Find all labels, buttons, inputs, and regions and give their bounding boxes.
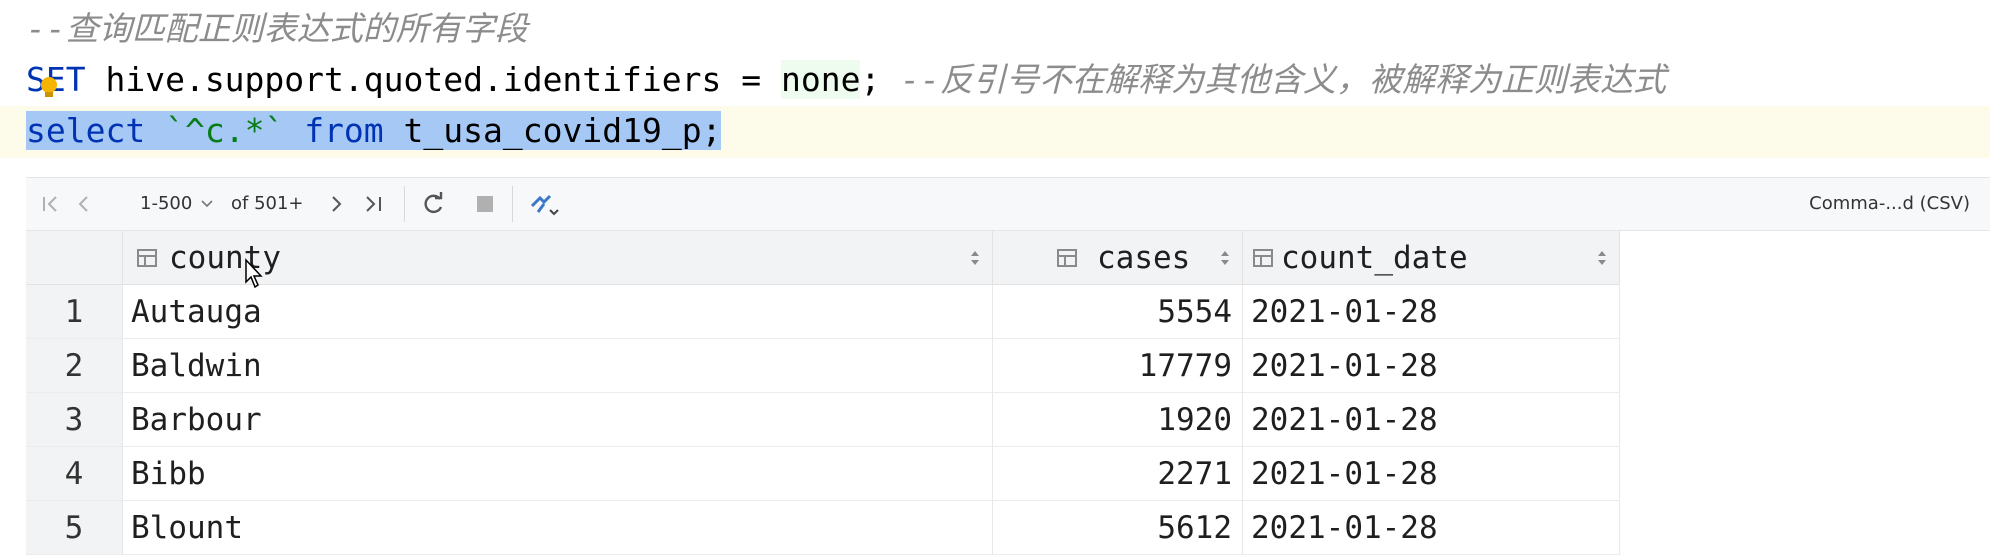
column-title: count_date	[1281, 240, 1468, 276]
table-row[interactable]: 5 Blount 5612 2021-01-28	[26, 501, 1620, 555]
refresh-icon[interactable]	[420, 190, 446, 218]
chevron-down-icon[interactable]	[200, 190, 214, 218]
from-keyword: from	[304, 111, 384, 150]
cell-county[interactable]: Barbour	[123, 393, 993, 447]
select-terminator: ;	[701, 111, 722, 150]
pin-icon[interactable]	[526, 190, 560, 218]
column-header-count-date[interactable]: count_date	[1243, 231, 1620, 285]
cell-cases[interactable]: 2271	[993, 447, 1243, 501]
column-icon	[137, 249, 157, 267]
cell-count-date[interactable]: 2021-01-28	[1243, 393, 1620, 447]
cell-count-date[interactable]: 2021-01-28	[1243, 501, 1620, 555]
toolbar-separator	[512, 186, 513, 222]
stop-icon[interactable]	[474, 190, 498, 218]
sort-icon[interactable]	[1597, 249, 1607, 267]
row-number: 5	[26, 501, 123, 555]
column-title: county	[169, 240, 281, 276]
results-toolbar: 1-500 of 501+ Comma-...d (CSV)	[26, 178, 1990, 231]
set-terminator: ;	[860, 60, 881, 99]
table-row[interactable]: 1 Autauga 5554 2021-01-28	[26, 285, 1620, 339]
table-name: t_usa_covid19_p	[403, 111, 702, 150]
set-value: none	[780, 60, 861, 99]
row-number: 1	[26, 285, 123, 339]
select-keyword: select	[26, 111, 146, 150]
intention-bulb-icon[interactable]	[40, 76, 58, 100]
next-page-icon[interactable]	[326, 190, 346, 218]
cell-cases[interactable]: 17779	[993, 339, 1243, 393]
table-row[interactable]: 4 Bibb 2271 2021-01-28	[26, 447, 1620, 501]
sort-icon[interactable]	[1220, 249, 1230, 267]
table-row[interactable]: 3 Barbour 1920 2021-01-28	[26, 393, 1620, 447]
column-icon	[1253, 249, 1273, 267]
table-row[interactable]: 2 Baldwin 17779 2021-01-28	[26, 339, 1620, 393]
row-number: 3	[26, 393, 123, 447]
cell-count-date[interactable]: 2021-01-28	[1243, 285, 1620, 339]
column-title: cases	[1097, 240, 1191, 276]
results-panel: 1-500 of 501+ Comma-...d (CSV) county ca…	[26, 177, 1990, 555]
column-icon	[1057, 249, 1077, 267]
cell-county[interactable]: Baldwin	[123, 339, 993, 393]
select-statement-line: select `^c.*` from t_usa_covid19_p;	[26, 106, 722, 156]
comment-line: --查询匹配正则表达式的所有字段	[26, 9, 528, 48]
last-page-icon[interactable]	[362, 190, 386, 218]
cell-cases[interactable]: 5554	[993, 285, 1243, 339]
cell-county[interactable]: Blount	[123, 501, 993, 555]
mouse-cursor-icon	[245, 258, 263, 289]
total-rows: of 501+	[231, 193, 304, 214]
prev-page-icon[interactable]	[74, 190, 94, 218]
cell-cases[interactable]: 1920	[993, 393, 1243, 447]
cell-count-date[interactable]: 2021-01-28	[1243, 447, 1620, 501]
toolbar-separator	[404, 186, 405, 222]
row-number: 2	[26, 339, 123, 393]
export-format[interactable]: Comma-...d (CSV)	[1809, 190, 1970, 218]
set-property: hive.support.quoted.identifiers =	[85, 60, 781, 99]
cell-cases[interactable]: 5612	[993, 501, 1243, 555]
set-statement-line: SET hive.support.quoted.identifiers = no…	[26, 55, 1666, 105]
first-page-icon[interactable]	[40, 190, 62, 218]
page-range[interactable]: 1-500	[140, 190, 192, 218]
column-header-cases[interactable]: cases	[993, 231, 1243, 285]
rownum-header	[26, 231, 123, 285]
sort-icon[interactable]	[970, 249, 980, 267]
set-comment: --反引号不在解释为其他含义，被解释为正则表达式	[880, 60, 1666, 99]
sql-editor[interactable]: --查询匹配正则表达式的所有字段 SET hive.support.quoted…	[0, 0, 1990, 172]
cell-count-date[interactable]: 2021-01-28	[1243, 339, 1620, 393]
row-number: 4	[26, 447, 123, 501]
regex-pattern: `^c.*`	[165, 111, 285, 150]
cell-county[interactable]: Autauga	[123, 285, 993, 339]
cell-county[interactable]: Bibb	[123, 447, 993, 501]
